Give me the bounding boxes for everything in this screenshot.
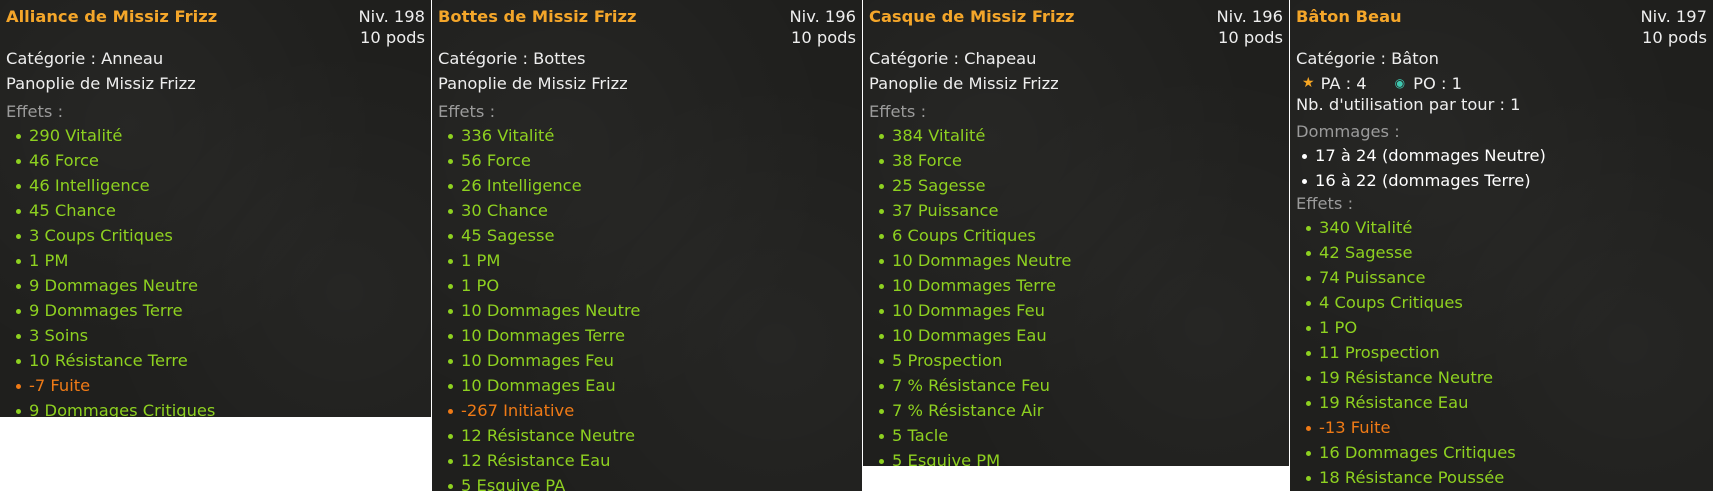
item-name: Casque de Missiz Frizz (869, 7, 1075, 26)
item-name: Bottes de Missiz Frizz (438, 7, 637, 26)
effect-item: 10 Dommages Feu (879, 298, 1283, 323)
effect-item: 25 Sagesse (879, 173, 1283, 198)
effect-item: 7 % Résistance Air (879, 398, 1283, 423)
effect-item: 19 Résistance Eau (1306, 390, 1707, 415)
damage-item: 17 à 24 (dommages Neutre) (1302, 143, 1707, 168)
effect-item: 3 Coups Critiques (16, 223, 425, 248)
item-level: Niv. 198 (358, 7, 426, 26)
star-icon: ★ (1302, 75, 1315, 91)
effects-label: Effets : (869, 102, 927, 121)
effect-item: 16 Dommages Critiques (1306, 440, 1707, 465)
effect-item: 1 PO (448, 273, 856, 298)
item-set: Panoplie de Missiz Frizz (6, 74, 196, 93)
effect-item: 18 Résistance Poussée (1306, 465, 1707, 490)
effect-item: 45 Sagesse (448, 223, 856, 248)
effect-item: 46 Intelligence (16, 173, 425, 198)
effect-item: 38 Force (879, 148, 1283, 173)
effects-label: Effets : (438, 102, 496, 121)
effect-item: 1 PM (16, 248, 425, 273)
effect-item: 5 Tacle (879, 423, 1283, 448)
effect-item: 42 Sagesse (1306, 240, 1707, 265)
item-name: Bâton Beau (1296, 7, 1402, 26)
effect-item: 11 Prospection (1306, 340, 1707, 365)
effect-item: 10 Dommages Terre (879, 273, 1283, 298)
effect-item: 10 Dommages Neutre (448, 298, 856, 323)
effects-list: 290 Vitalité 46 Force 46 Intelligence 45… (6, 123, 425, 417)
effect-item: 56 Force (448, 148, 856, 173)
effects-list: 340 Vitalité 42 Sagesse 74 Puissance 4 C… (1296, 215, 1707, 490)
effects-label: Effets : (1296, 194, 1354, 213)
effect-item: 9 Dommages Neutre (16, 273, 425, 298)
effect-item: 26 Intelligence (448, 173, 856, 198)
effect-item-negative: -7 Fuite (16, 373, 425, 398)
effects-label: Effets : (6, 102, 64, 121)
item-name: Alliance de Missiz Frizz (6, 7, 218, 26)
item-tooltip-alliance: Alliance de Missiz Frizz Niv. 198 10 pod… (0, 0, 431, 417)
tooltip-header: Bâton Beau Niv. 197 (1296, 4, 1707, 29)
tooltip-header: Bottes de Missiz Frizz Niv. 196 (438, 4, 856, 29)
item-set: Panoplie de Missiz Frizz (438, 74, 628, 93)
effect-item-negative: -267 Initiative (448, 398, 856, 423)
item-level: Niv. 196 (789, 7, 857, 26)
damage-item: 16 à 22 (dommages Terre) (1302, 168, 1707, 193)
damage-list: 17 à 24 (dommages Neutre) 16 à 22 (domma… (1296, 143, 1707, 193)
effect-item: 9 Dommages Critiques (16, 398, 425, 417)
effect-item: 290 Vitalité (16, 123, 425, 148)
item-level: Niv. 196 (1216, 7, 1284, 26)
item-level: Niv. 197 (1640, 7, 1708, 26)
effects-list: 336 Vitalité 56 Force 26 Intelligence 30… (438, 123, 856, 491)
item-category: Catégorie : Bâton (1296, 49, 1439, 68)
effect-item-negative: -13 Fuite (1306, 415, 1707, 440)
effect-item: 10 Dommages Eau (879, 323, 1283, 348)
effect-item: 340 Vitalité (1306, 215, 1707, 240)
effect-item: 1 PO (1306, 315, 1707, 340)
effect-item: 336 Vitalité (448, 123, 856, 148)
effect-item: 3 Soins (16, 323, 425, 348)
item-tooltip-casque: Casque de Missiz Frizz Niv. 196 10 pods … (863, 0, 1289, 466)
effect-item: 12 Résistance Eau (448, 448, 856, 473)
eye-icon: ◉ (1394, 76, 1406, 90)
tooltip-header: Alliance de Missiz Frizz Niv. 198 (6, 4, 425, 29)
effect-item: 5 Esquive PM (879, 448, 1283, 466)
tooltip-header: Casque de Missiz Frizz Niv. 196 (869, 4, 1283, 29)
item-tooltip-baton: Bâton Beau Niv. 197 10 pods Catégorie : … (1290, 0, 1713, 491)
effect-item: 10 Dommages Feu (448, 348, 856, 373)
effect-item: 74 Puissance (1306, 265, 1707, 290)
effect-item: 10 Résistance Terre (16, 348, 425, 373)
effect-item: 7 % Résistance Feu (879, 373, 1283, 398)
po-range: PO : 1 (1413, 74, 1462, 93)
effect-item: 10 Dommages Terre (448, 323, 856, 348)
pa-cost: PA : 4 (1320, 74, 1367, 93)
damage-label: Dommages : (1296, 122, 1400, 141)
effect-item: 4 Coups Critiques (1306, 290, 1707, 315)
effect-item: 19 Résistance Neutre (1306, 365, 1707, 390)
item-category: Catégorie : Bottes (438, 49, 586, 68)
item-category: Catégorie : Chapeau (869, 49, 1037, 68)
effect-item: 384 Vitalité (879, 123, 1283, 148)
effect-item: 6 Coups Critiques (879, 223, 1283, 248)
effect-item: 10 Dommages Neutre (879, 248, 1283, 273)
effect-item: 10 Dommages Eau (448, 373, 856, 398)
effect-item: 9 Dommages Terre (16, 298, 425, 323)
effect-item: 37 Puissance (879, 198, 1283, 223)
item-category: Catégorie : Anneau (6, 49, 164, 68)
item-set: Panoplie de Missiz Frizz (869, 74, 1059, 93)
effect-item: 46 Force (16, 148, 425, 173)
effect-item: 5 Prospection (879, 348, 1283, 373)
effect-item: 30 Chance (448, 198, 856, 223)
weapon-stats: ★ PA : 4 ◉ PO : 1 (1296, 71, 1707, 94)
effect-item: 5 Esquive PA (448, 473, 856, 491)
item-tooltip-bottes: Bottes de Missiz Frizz Niv. 196 10 pods … (432, 0, 862, 491)
effect-item: 12 Résistance Neutre (448, 423, 856, 448)
effect-item: 45 Chance (16, 198, 425, 223)
effect-item: 1 PM (448, 248, 856, 273)
uses-per-turn: Nb. d'utilisation par tour : 1 (1296, 95, 1521, 114)
effects-list: 384 Vitalité 38 Force 25 Sagesse 37 Puis… (869, 123, 1283, 466)
